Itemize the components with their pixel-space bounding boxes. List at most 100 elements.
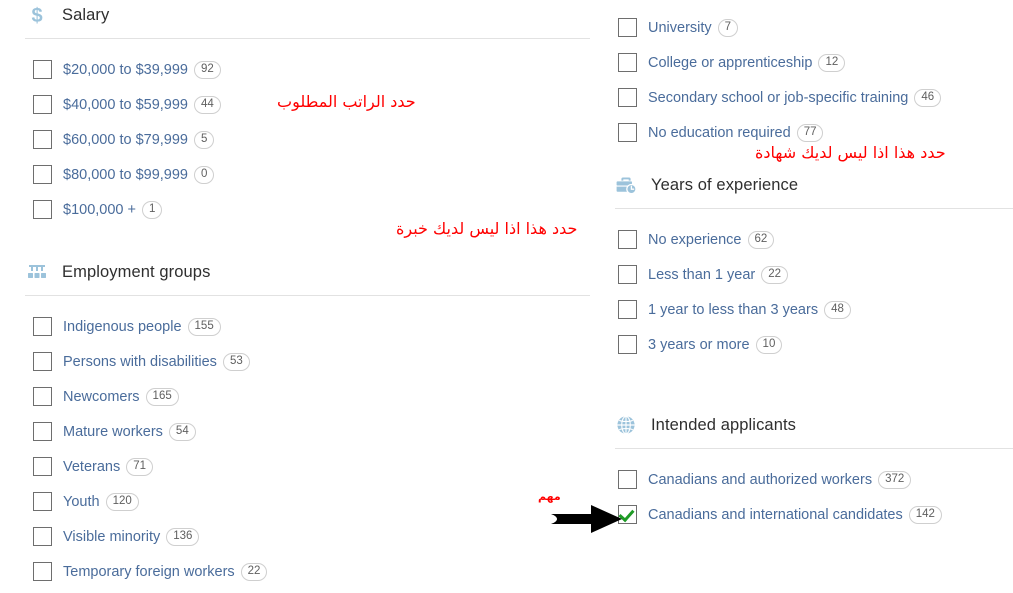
experience-option-label: 3 years or more — [648, 336, 750, 353]
experience-option-row[interactable]: 3 years or more 10 — [610, 327, 1013, 362]
employment-group-option-count: 155 — [187, 317, 221, 336]
intended-applicants-checkbox-canadians-and-authorized-workers[interactable] — [618, 470, 637, 489]
intended-applicant-option-label: Canadians and international candidates — [648, 506, 903, 523]
salary-option-label: $20,000 to $39,999 — [63, 61, 188, 78]
employment-group-checkbox-veterans[interactable] — [33, 457, 52, 476]
experience-option-count: 48 — [824, 300, 851, 319]
experience-option-label: 1 year to less than 3 years — [648, 301, 819, 318]
employment-group-option-row[interactable]: Mature workers 54 — [0, 414, 600, 449]
experience-checkbox-1-to-3-years[interactable] — [618, 300, 637, 319]
section-years-of-experience: Years of experience No experience 62 Les… — [610, 170, 1013, 362]
employment-group-checkbox-mature-workers[interactable] — [33, 422, 52, 441]
salary-checkbox-100000-plus[interactable] — [33, 200, 52, 219]
employment-group-option-row[interactable]: Temporary foreign workers 22 — [0, 554, 600, 589]
employment-group-option-label: Youth — [63, 493, 100, 510]
experience-option-row[interactable]: 1 year to less than 3 years 48 — [610, 292, 1013, 327]
experience-option-row[interactable]: Less than 1 year 22 — [610, 257, 1013, 292]
employment-group-option-label: Indigenous people — [63, 318, 182, 335]
salary-option-row[interactable]: $80,000 to $99,999 0 — [0, 157, 600, 192]
salary-checkbox-20000-39999[interactable] — [33, 60, 52, 79]
experience-option-count: 10 — [755, 335, 783, 354]
education-option-row[interactable]: University 7 — [610, 10, 1013, 45]
salary-option-list: $20,000 to $39,999 92 $40,000 to $59,999… — [0, 52, 600, 227]
employment-group-option-count: 165 — [145, 387, 179, 406]
section-education: University 7 College or apprenticeship 1… — [610, 10, 1013, 150]
salary-option-count: 5 — [193, 130, 215, 149]
intended-applicant-option-count: 372 — [878, 470, 912, 489]
employment-group-option-row[interactable]: Visible minority 136 — [0, 519, 600, 554]
years-of-experience-section-divider — [615, 208, 1013, 209]
employment-groups-icon — [26, 261, 48, 283]
education-checkbox-no-education-required[interactable] — [618, 123, 637, 142]
intended-applicants-section-header: Intended applicants — [610, 410, 1013, 440]
employment-group-checkbox-indigenous-people[interactable] — [33, 317, 52, 336]
section-intended-applicants: Intended applicants Canadians and author… — [610, 410, 1013, 532]
experience-option-count: 62 — [747, 230, 775, 249]
employment-group-option-label: Mature workers — [63, 423, 163, 440]
education-option-count: 77 — [796, 123, 824, 142]
intended-applicants-section-divider — [615, 448, 1013, 449]
employment-group-checkbox-persons-with-disabilities[interactable] — [33, 352, 52, 371]
annotation-important: مهم — [538, 490, 561, 503]
pointer-arrow-icon — [551, 503, 623, 535]
experience-option-label: No experience — [648, 231, 742, 248]
intended-applicant-option-row[interactable]: Canadians and international candidates 1… — [610, 497, 1013, 532]
experience-option-label: Less than 1 year — [648, 266, 756, 283]
employment-group-option-row[interactable]: Veterans 71 — [0, 449, 600, 484]
globe-icon — [615, 414, 637, 436]
employment-group-option-count: 53 — [222, 352, 250, 371]
employment-group-option-count: 71 — [126, 457, 154, 476]
salary-option-count: 1 — [141, 200, 163, 219]
employment-group-option-row[interactable]: Persons with disabilities 53 — [0, 344, 600, 379]
education-checkbox-college-or-apprenticeship[interactable] — [618, 53, 637, 72]
intended-applicant-option-row[interactable]: Canadians and authorized workers 372 — [610, 462, 1013, 497]
salary-option-count: 44 — [193, 95, 221, 114]
education-option-row[interactable]: College or apprenticeship 12 — [610, 45, 1013, 80]
salary-option-label: $80,000 to $99,999 — [63, 166, 188, 183]
education-option-count: 7 — [717, 18, 739, 37]
intended-applicants-option-list: Canadians and authorized workers 372 Can… — [610, 462, 1013, 532]
salary-checkbox-80000-99999[interactable] — [33, 165, 52, 184]
employment-group-option-label: Temporary foreign workers — [63, 563, 235, 580]
employment-groups-section-title: Employment groups — [62, 262, 211, 281]
annotation-experience: حدد هذا اذا ليس لديك خبرة — [396, 219, 578, 238]
employment-group-option-count: 22 — [240, 562, 268, 581]
briefcase-clock-icon — [615, 174, 637, 196]
salary-checkbox-60000-79999[interactable] — [33, 130, 52, 149]
salary-option-row[interactable]: $20,000 to $39,999 92 — [0, 52, 600, 87]
employment-group-option-label: Persons with disabilities — [63, 353, 217, 370]
experience-checkbox-less-than-1-year[interactable] — [618, 265, 637, 284]
employment-group-checkbox-temporary-foreign-workers[interactable] — [33, 562, 52, 581]
employment-group-option-label: Visible minority — [63, 528, 161, 545]
intended-applicants-section-title: Intended applicants — [651, 415, 797, 434]
employment-group-checkbox-visible-minority[interactable] — [33, 527, 52, 546]
experience-option-row[interactable]: No experience 62 — [610, 222, 1013, 257]
employment-group-checkbox-youth[interactable] — [33, 492, 52, 511]
salary-section-header: $ Salary — [0, 0, 600, 30]
annotation-education: حدد هذا اذا ليس لديك شهادة — [755, 143, 946, 162]
employment-group-checkbox-newcomers[interactable] — [33, 387, 52, 406]
education-option-row[interactable]: Secondary school or job-specific trainin… — [610, 80, 1013, 115]
education-checkbox-university[interactable] — [618, 18, 637, 37]
salary-option-label: $100,000 + — [63, 201, 136, 218]
employment-group-option-row[interactable]: Indigenous people 155 — [0, 309, 600, 344]
salary-option-count: 0 — [193, 165, 215, 184]
education-checkbox-secondary-school[interactable] — [618, 88, 637, 107]
right-filter-column: University 7 College or apprenticeship 1… — [610, 0, 1013, 532]
section-salary: $ Salary $20,000 to $39,999 92 $40,000 t… — [0, 0, 600, 227]
experience-option-count: 22 — [761, 265, 789, 284]
education-option-label: No education required — [648, 124, 791, 141]
education-option-list: University 7 College or apprenticeship 1… — [610, 10, 1013, 150]
employment-group-option-row[interactable]: Newcomers 165 — [0, 379, 600, 414]
intended-applicant-option-count: 142 — [908, 505, 942, 524]
salary-option-row[interactable]: $60,000 to $79,999 5 — [0, 122, 600, 157]
employment-group-option-row[interactable]: Youth 120 — [0, 484, 600, 519]
salary-option-count: 92 — [193, 60, 221, 79]
experience-checkbox-no-experience[interactable] — [618, 230, 637, 249]
employment-group-option-count: 54 — [168, 422, 196, 441]
employment-group-option-label: Newcomers — [63, 388, 140, 405]
employment-group-option-label: Veterans — [63, 458, 121, 475]
experience-checkbox-3-years-or-more[interactable] — [618, 335, 637, 354]
salary-checkbox-40000-59999[interactable] — [33, 95, 52, 114]
years-of-experience-option-list: No experience 62 Less than 1 year 22 1 y… — [610, 222, 1013, 362]
